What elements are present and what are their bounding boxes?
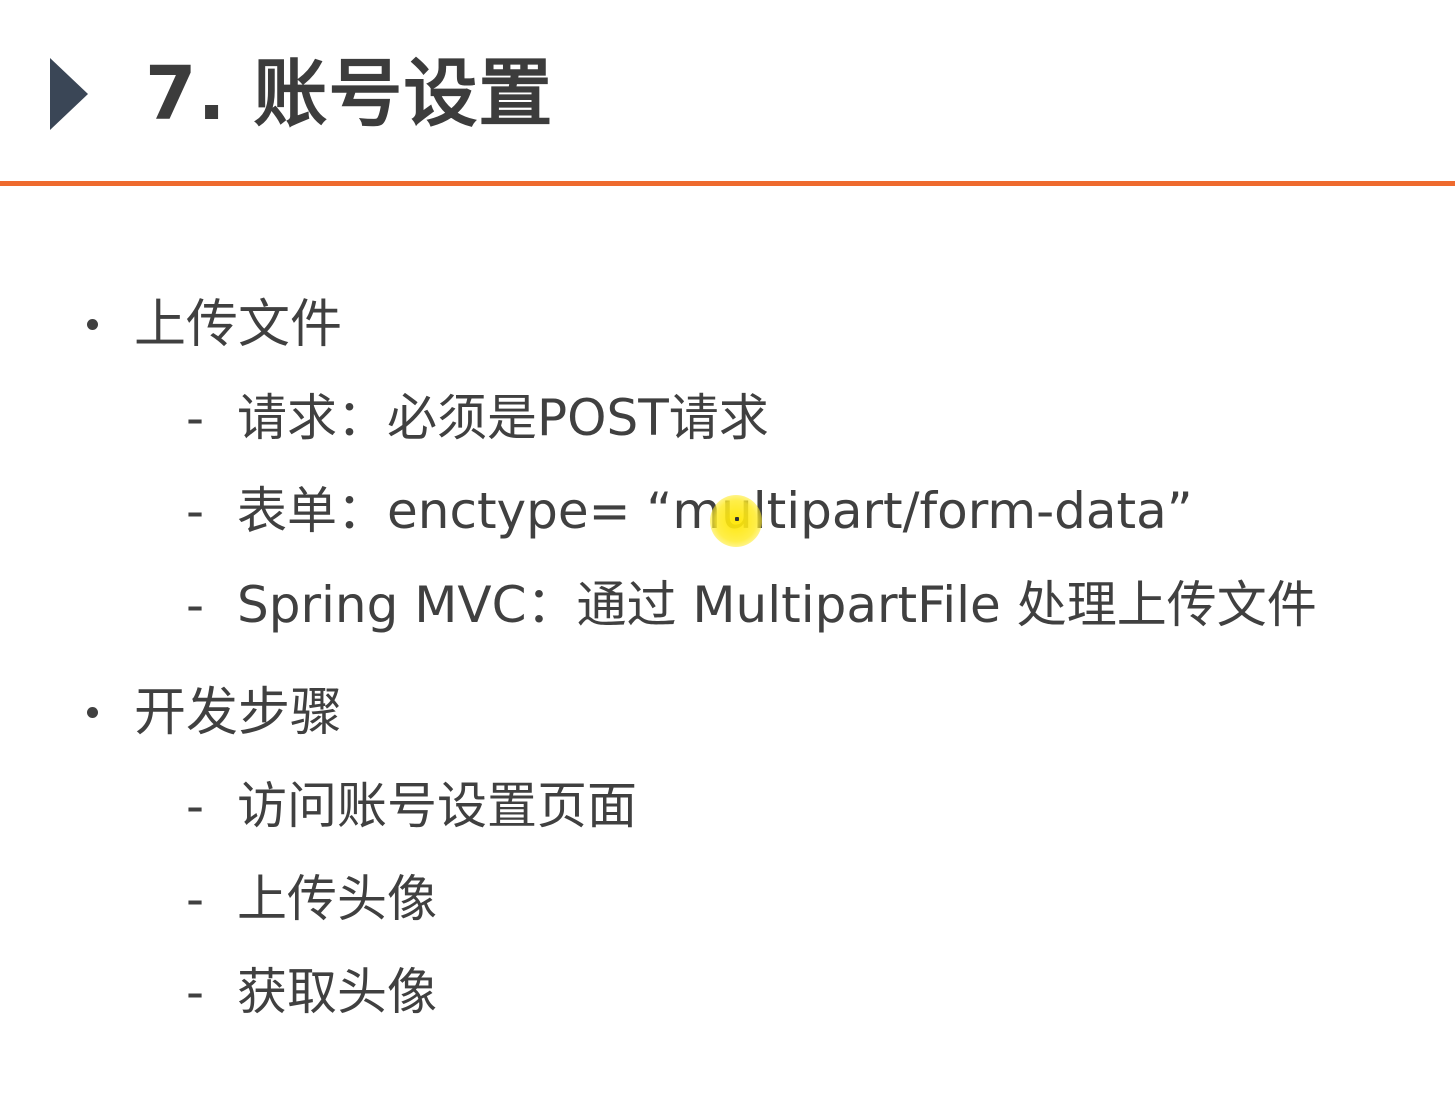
slide-content: 上传文件 - 请求：必须是POST请求 - 表单：enctype= “multi…	[0, 0, 1455, 1103]
bullet-label: 上传文件	[134, 295, 343, 355]
bullet-label: 开发步骤	[134, 683, 343, 743]
dash-icon: -	[186, 389, 205, 447]
dash-icon: -	[186, 870, 205, 928]
cursor-highlight-icon	[710, 495, 762, 547]
sub-item-text: 获取头像	[237, 963, 437, 1021]
dash-icon: -	[186, 576, 205, 634]
sub-item-text: 请求：必须是POST请求	[237, 389, 769, 447]
bullet-dot-icon	[87, 707, 98, 718]
dash-icon: -	[186, 777, 205, 835]
sub-item-text: 上传头像	[237, 870, 437, 928]
dash-icon: -	[186, 963, 205, 1021]
dash-icon: -	[186, 482, 205, 540]
bullet-dot-icon	[87, 319, 98, 330]
sub-item-text: Spring MVC：通过 MultipartFile 处理上传文件	[237, 576, 1317, 634]
mouse-pointer-icon	[735, 517, 739, 521]
sub-item-text: 访问账号设置页面	[237, 777, 637, 835]
